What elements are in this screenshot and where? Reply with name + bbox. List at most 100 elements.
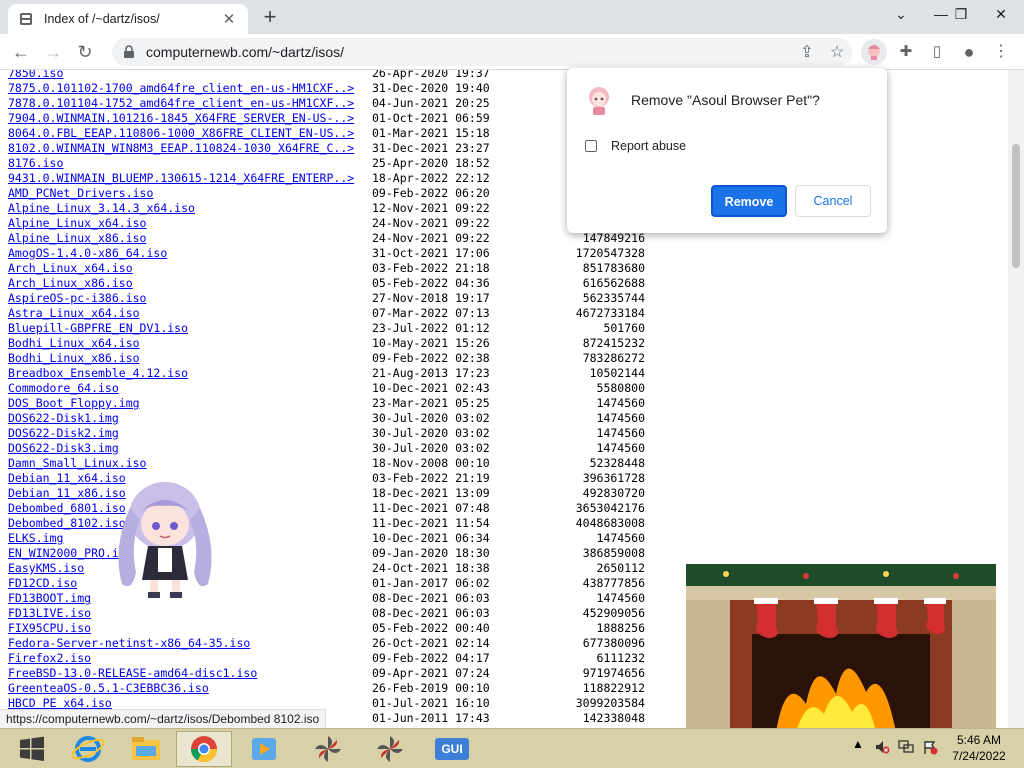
file-size: 147849216 — [582, 231, 645, 245]
close-window-button[interactable]: ✕ — [978, 0, 1024, 30]
file-link[interactable]: ELKS.img — [8, 531, 63, 545]
file-link[interactable]: FreeBSD-13.0-RELEASE-amd64-disc1.iso — [8, 666, 257, 680]
address-bar[interactable]: computernewb.com/~dartz/isos/ ⇪ ☆ — [112, 38, 852, 66]
file-link[interactable]: Astra_Linux_x64.iso — [8, 306, 140, 320]
reload-button[interactable]: ↻ — [72, 40, 98, 66]
asoul-pet-extension-icon[interactable] — [861, 39, 887, 65]
file-link[interactable]: DOS_Boot_Floppy.img — [8, 396, 140, 410]
file-date: 31-Dec-2021 23:27 — [372, 141, 490, 155]
browser-toolbar: ← → ↻ computernewb.com/~dartz/isos/ ⇪ ☆ … — [0, 34, 1024, 70]
file-size: 1474560 — [596, 591, 645, 605]
file-link[interactable]: HBCD_PE_x64.iso — [8, 696, 112, 710]
bookmark-star-icon[interactable]: ☆ — [822, 42, 852, 62]
file-date: 26-Apr-2020 19:37 — [372, 70, 490, 80]
file-link[interactable]: DOS622-Disk2.img — [8, 426, 119, 440]
file-link[interactable]: FD13LIVE.iso — [8, 606, 91, 620]
file-date: 09-Feb-2022 02:38 — [372, 351, 490, 365]
file-size: 118822912 — [582, 681, 645, 695]
file-date: 05-Feb-2022 00:40 — [372, 621, 490, 635]
file-link[interactable]: 7875.0.101102-1700_amd64fre_client_en-us… — [8, 81, 354, 95]
gui-app-button[interactable]: GUI — [424, 731, 480, 767]
file-link[interactable]: Bluepill-GBPFRE_EN_DV1.iso — [8, 321, 188, 335]
file-link[interactable]: DOS622-Disk3.img — [8, 441, 119, 455]
taskbar-clock[interactable]: 5:46 AM 7/24/2022 — [942, 732, 1016, 764]
network-icon[interactable] — [898, 739, 914, 755]
file-link[interactable]: 7904.0.WINMAIN.101216-1845_X64FRE_SERVER… — [8, 111, 354, 125]
file-link[interactable]: Bodhi_Linux_x86.iso — [8, 351, 140, 365]
file-link[interactable]: Arch_Linux_x86.iso — [8, 276, 133, 290]
file-link[interactable]: AspireOS-pc-i386.iso — [8, 291, 146, 305]
file-link[interactable]: Alpine_Linux_3.14.3_x64.iso — [8, 201, 195, 215]
file-link[interactable]: FD13BOOT.img — [8, 591, 91, 605]
file-link[interactable]: 9431.0.WINMAIN_BLUEMP.130615-1214_X64FRE… — [8, 171, 354, 185]
file-size: 872415232 — [582, 336, 645, 350]
file-size: 1474560 — [596, 531, 645, 545]
file-date: 09-Feb-2022 06:20 — [372, 186, 490, 200]
share-icon[interactable]: ⇪ — [792, 42, 822, 62]
report-abuse-checkbox[interactable] — [585, 140, 597, 152]
back-button[interactable]: ← — [8, 40, 34, 66]
profile-avatar-icon[interactable]: ● — [956, 39, 982, 65]
browser-pet-character[interactable] — [100, 468, 230, 600]
file-link[interactable]: FIX95CPU.iso — [8, 621, 91, 635]
report-abuse-label[interactable]: Report abuse — [611, 139, 686, 153]
cancel-button[interactable]: Cancel — [795, 185, 871, 217]
file-link[interactable]: Arch_Linux_x64.iso — [8, 261, 133, 275]
chrome-taskbar-button[interactable] — [176, 731, 232, 767]
restore-button[interactable]: ❐ — [944, 0, 978, 30]
file-size: 386859008 — [582, 546, 645, 560]
file-link[interactable]: Alpine_Linux_x86.iso — [8, 231, 146, 245]
remove-button[interactable]: Remove — [711, 185, 787, 217]
file-link[interactable]: 7878.0.101104-1752_amd64fre_client_en-us… — [8, 96, 354, 110]
tab-close-icon[interactable]: ✕ — [220, 10, 238, 28]
file-link[interactable]: Fedora-Server-netinst-x86_64-35.iso — [8, 636, 250, 650]
page-scrollbar[interactable] — [1008, 70, 1024, 728]
file-link[interactable]: 8102.0.WINMAIN_WIN8M3_EEAP.110824-1030_X… — [8, 141, 354, 155]
file-link[interactable]: Breadbox_Ensemble_4.12.iso — [8, 366, 188, 380]
side-panel-icon[interactable]: ▯ — [924, 39, 950, 65]
action-center-flag-icon[interactable] — [922, 739, 938, 755]
pinwheel-app-2-icon[interactable] — [362, 731, 418, 767]
page-favicon-icon — [20, 13, 32, 25]
file-link[interactable]: 7850.iso — [8, 70, 63, 80]
browser-tab[interactable]: Index of /~dartz/isos/ ✕ — [8, 4, 248, 34]
file-link[interactable]: Bodhi_Linux_x64.iso — [8, 336, 140, 350]
file-link[interactable]: FD12CD.iso — [8, 576, 77, 590]
file-explorer-icon[interactable] — [118, 731, 174, 767]
file-link[interactable]: Commodore_64.iso — [8, 381, 119, 395]
url-text[interactable]: computernewb.com/~dartz/isos/ — [146, 44, 792, 60]
chrome-menu-icon[interactable]: ⋮ — [988, 39, 1014, 65]
file-size: 492830720 — [582, 486, 645, 500]
file-size: 971974656 — [582, 666, 645, 680]
asoul-pet-icon — [589, 87, 609, 115]
file-date: 30-Jul-2020 03:02 — [372, 411, 490, 425]
tab-search-chevron-icon[interactable]: ⌄ — [884, 0, 918, 30]
new-tab-button[interactable]: + — [258, 6, 282, 30]
volume-muted-icon[interactable] — [874, 739, 890, 755]
internet-explorer-icon[interactable] — [60, 731, 116, 767]
file-link[interactable]: AMD_PCNet_Drivers.iso — [8, 186, 153, 200]
file-link[interactable]: 8064.0.FBL_EEAP.110806-1000_X86FRE_CLIEN… — [8, 126, 354, 140]
file-link[interactable]: EasyKMS.iso — [8, 561, 84, 575]
file-date: 18-Dec-2021 13:09 — [372, 486, 490, 500]
file-date: 03-Feb-2022 21:19 — [372, 471, 490, 485]
tray-expand-icon[interactable]: ▲ — [852, 737, 864, 751]
file-link[interactable]: 8176.iso — [8, 156, 63, 170]
start-windows-icon[interactable] — [4, 731, 60, 767]
file-size: 3653042176 — [575, 501, 645, 515]
file-link[interactable]: Alpine_Linux_x64.iso — [8, 216, 146, 230]
media-player-icon[interactable] — [236, 731, 292, 767]
fireplace-animation — [686, 564, 996, 732]
file-link[interactable]: GreenteaOS-0.5.1-C3EBBC36.iso — [8, 681, 209, 695]
extensions-puzzle-icon[interactable]: ✚ — [893, 39, 919, 65]
file-size: 438777856 — [582, 576, 645, 590]
file-link[interactable]: AmogOS-1.4.0-x86_64.iso — [8, 246, 167, 260]
lock-icon[interactable] — [122, 45, 136, 59]
file-link[interactable]: Firefox2.iso — [8, 651, 91, 665]
file-link[interactable]: DOS622-Disk1.img — [8, 411, 119, 425]
clock-time: 5:46 AM — [956, 733, 1002, 747]
pinwheel-app-icon[interactable] — [300, 731, 356, 767]
scrollbar-thumb[interactable] — [1012, 144, 1020, 268]
file-date: 18-Apr-2022 22:12 — [372, 171, 490, 185]
forward-button[interactable]: → — [40, 40, 66, 66]
